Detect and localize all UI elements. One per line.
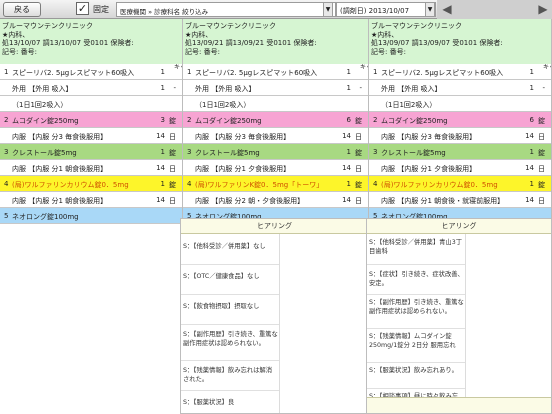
table-row[interactable]: 内服 【内服 分3 毎食後服用】 14 日 (183, 128, 368, 144)
hearing-item[interactable]: S：【残薬情報】ムコダイン錠250mg/1錠分 2日分 服用忘れ (369, 332, 464, 350)
hearing-item[interactable]: S：【他科受診／併用薬】なし (183, 242, 278, 251)
table-row[interactable]: 外用 【外用 吸入】 1- (183, 80, 368, 96)
hearing-item[interactable]: S：【副作用歴】引き続き、重篤な副作用症状は認められない。 (183, 330, 278, 348)
table-row[interactable]: 3 クレストール錠5mg 1 錠 (183, 144, 368, 160)
prescription-column-1[interactable]: ブルーマウンテンクリニック ★内科、 処13/10/07 調13/10/07 受… (0, 19, 183, 414)
dispense-date-text: (調剤日) 2013/10/07 (340, 7, 410, 15)
filter-dropdown-arrow-icon[interactable]: ▼ (323, 2, 333, 17)
hearing-footer (367, 397, 551, 413)
table-row[interactable]: 2 ムコダイン錠250mg 6 錠 (369, 112, 551, 128)
clinic-name: ブルーマウンテンクリニック (185, 22, 276, 30)
table-row[interactable]: 2 ムコダイン錠250mg 3 錠 (0, 112, 182, 128)
nav-area: ◀ ▶ (437, 0, 552, 19)
hearing-separator (181, 264, 279, 265)
prev-arrow-icon[interactable]: ◀ (439, 2, 455, 17)
table-row[interactable]: 4 (局)ワルファリンカリウム錠0．5mg 1 錠 (0, 176, 182, 192)
hearing-separator (367, 328, 465, 329)
hearing-separator (181, 324, 279, 325)
prescription-ids: 処13/09/07 調13/09/07 受0101 保険者: (371, 39, 503, 48)
hearing-item[interactable]: S：【服薬状況】良 (183, 398, 278, 407)
hearing-panel-1[interactable]: ヒアリング S：【他科受診／併用薬】なし S：【OTC／健康食品】なし S：【飲… (180, 218, 369, 414)
toolbar: 戻る ✓ 固定 医療機関 » 診療科名 絞り込み ▼ (調剤日) 2013/10… (0, 0, 552, 19)
next-arrow-icon[interactable]: ▶ (535, 2, 551, 17)
hearing-item[interactable]: S：【OTC／健康食品】なし (183, 272, 278, 281)
hearing-title: ヒアリング (367, 219, 551, 234)
hearing-panel-2[interactable]: ヒアリング S：【他科受診／併用薬】青山3丁目歯科 S：【症状】引き続き、症状改… (366, 218, 552, 414)
prescription-ids: 処13/10/07 調13/10/07 受0101 保険者: (2, 39, 134, 48)
card-number: 記号: 番号: (2, 47, 37, 56)
filter-text: 医療機関 » 診療科名 絞り込み (120, 8, 209, 16)
table-row[interactable]: 1スピーリバ2. 5μgレスピマット60吸入1キット (0, 64, 182, 80)
card-number: 記号: 番号: (371, 47, 406, 56)
table-row[interactable]: 外用 【外用 吸入】 1- (369, 80, 551, 96)
filter-dropdown[interactable]: 医療機関 » 診療科名 絞り込み ▼ (116, 2, 336, 17)
table-row[interactable]: 3 クレストール錠5mg 1 錠 (0, 144, 182, 160)
hearing-title: ヒアリング (181, 219, 368, 234)
app-window: 戻る ✓ 固定 医療機関 » 診療科名 絞り込み ▼ (調剤日) 2013/10… (0, 0, 552, 414)
table-row[interactable]: 内服 【内服 分2 朝・夕食後服用】 14 日 (183, 192, 368, 208)
hearing-separator (181, 390, 279, 391)
table-row[interactable]: 5 ネオロング錠100mg (0, 208, 182, 224)
hearing-divider (465, 234, 466, 413)
table-row[interactable]: 内服 【内服 分1 朝食後服用】 14 日 (0, 160, 182, 176)
clinic-name: ブルーマウンテンクリニック (2, 22, 93, 30)
table-row[interactable]: （1日1回2吸入） (0, 96, 182, 112)
hearing-separator (181, 294, 279, 295)
hearing-separator (367, 388, 465, 389)
table-row[interactable]: 内服 【内服 分1 夕食後服用】 14 日 (369, 160, 551, 176)
hearing-divider (279, 234, 280, 413)
table-row[interactable]: （1日1回2吸入） (183, 96, 368, 112)
fixed-label: 固定 (93, 5, 109, 14)
hearing-item[interactable]: S：【服薬状況】飲み忘れあり。 (369, 366, 464, 375)
column-header: ブルーマウンテンクリニック ★内科、 処13/10/07 調13/10/07 受… (0, 19, 182, 64)
table-row[interactable]: 2 ムコダイン錠250mg 6 錠 (183, 112, 368, 128)
table-row[interactable]: 1スピーリバ2. 5μgレスピマット60吸入1キット (183, 64, 368, 80)
hearing-item[interactable]: S：【症状】引き続き、症状改善、安定。 (369, 270, 464, 288)
table-row[interactable]: 外用 【外用 吸入】 1- (0, 80, 182, 96)
department: ★内科、 (371, 30, 399, 39)
hearing-item[interactable]: S：【他科受診／併用薬】青山3丁目歯科 (369, 238, 464, 256)
table-row[interactable]: 内服 【内服 分1 朝食後・就寝前服用】 14 日 (369, 192, 551, 208)
hearing-separator (367, 294, 465, 295)
table-row[interactable]: （1日1回2吸入） (369, 96, 551, 112)
table-row[interactable]: 内服 【内服 分3 毎食後服用】 14 日 (0, 128, 182, 144)
department: ★内科、 (2, 30, 30, 39)
card-number: 記号: 番号: (185, 47, 220, 56)
hearing-separator (367, 362, 465, 363)
hearing-item[interactable]: S：【副作用歴】引き続き、重篤な副作用症状は認められない。 (369, 298, 464, 316)
hearing-item[interactable]: S：【残薬情報】飲み忘れは解消された。 (183, 366, 278, 384)
table-row[interactable]: 内服 【内服 分1 朝食後服用】 14 日 (0, 192, 182, 208)
hearing-item[interactable]: S：【飲食物摂取】摂取なし (183, 302, 278, 311)
column-header: ブルーマウンテンクリニック ★内科、 処13/09/07 調13/09/07 受… (369, 19, 551, 64)
hearing-separator (367, 264, 465, 265)
table-row[interactable]: 内服 【内服 分1 夕食後服用】 14 日 (183, 160, 368, 176)
table-row[interactable]: 4 (局)ワルファリンK錠0．5mg「トーワ」 1 錠 (183, 176, 368, 192)
date-dropdown[interactable]: (調剤日) 2013/10/07 ▼ (336, 2, 436, 17)
fixed-checkbox[interactable]: ✓ (76, 2, 89, 15)
department: ★内科、 (185, 30, 213, 39)
back-button[interactable]: 戻る (3, 2, 41, 17)
prescription-ids: 処13/09/21 調13/09/21 受0101 保険者: (185, 39, 317, 48)
hearing-separator (181, 360, 279, 361)
column-header: ブルーマウンテンクリニック ★内科、 処13/09/21 調13/09/21 受… (183, 19, 368, 64)
table-row[interactable]: 1スピーリバ2. 5μgレスピマット60吸入1キット (369, 64, 551, 80)
table-row[interactable]: 内服 【内服 分3 毎食後服用】 14 日 (369, 128, 551, 144)
table-row[interactable]: 3 クレストール錠5mg 1 錠 (369, 144, 551, 160)
date-dropdown-arrow-icon[interactable]: ▼ (425, 2, 435, 17)
table-row[interactable]: 4 (局)ワルファリンカリウム錠0．5mg 1 錠 (369, 176, 551, 192)
clinic-name: ブルーマウンテンクリニック (371, 22, 462, 30)
